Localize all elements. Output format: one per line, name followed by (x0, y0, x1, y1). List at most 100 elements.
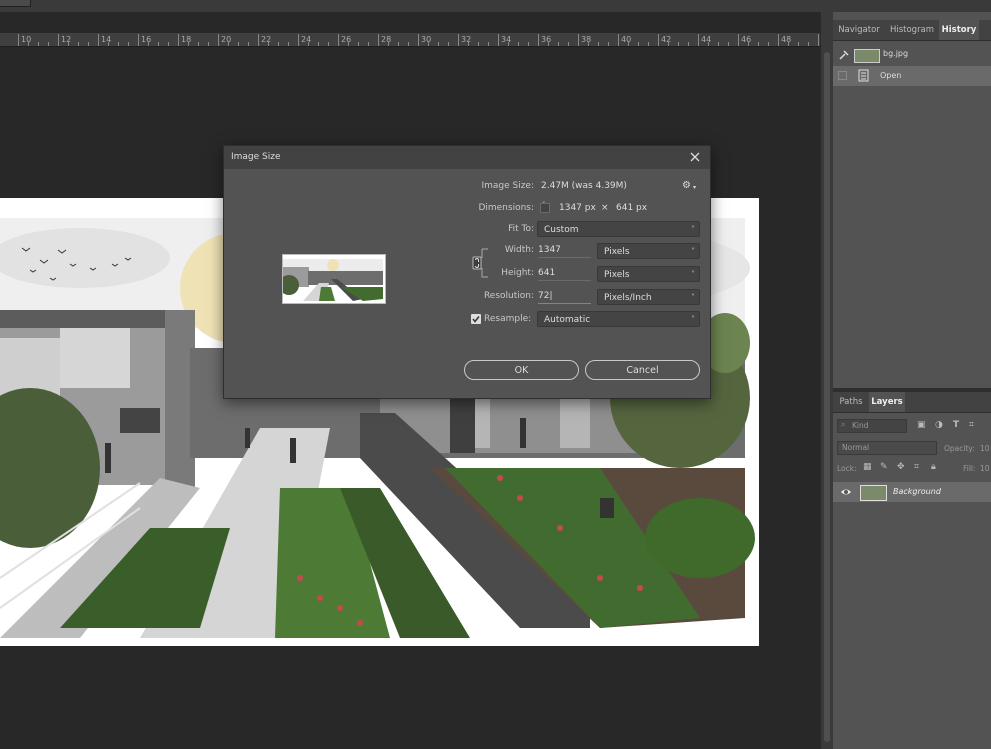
vertical-scrollbar[interactable] (820, 12, 833, 749)
ruler-label: 28 (381, 35, 392, 44)
dimensions-label: Dimensions: (478, 203, 534, 213)
ruler-major-tick (498, 34, 499, 46)
ruler-minor-tick (508, 42, 509, 46)
gear-dropdown-arrow-icon[interactable]: ▾ (693, 184, 696, 191)
ruler-minor-tick (488, 42, 489, 46)
scrollbar-thumb[interactable] (824, 52, 830, 742)
ok-button[interactable]: OK (464, 360, 579, 380)
shape-filter-icon[interactable]: ⌗ (969, 420, 974, 430)
ruler-label: 12 (61, 35, 72, 44)
ruler-minor-tick (278, 42, 279, 46)
ruler-label: 40 (621, 35, 632, 44)
resample-checkbox[interactable] (471, 314, 481, 324)
resolution-unit-select[interactable]: Pixels/Inch ˅ (597, 289, 700, 305)
history-brush-icon[interactable] (838, 49, 850, 61)
width-value: 1347 (538, 245, 561, 255)
eye-icon[interactable] (840, 487, 852, 497)
resample-select[interactable]: Automatic ˅ (537, 311, 700, 327)
gear-icon[interactable]: ⚙ (682, 180, 691, 191)
ruler-major-tick (698, 34, 699, 46)
ruler-label: 30 (421, 35, 432, 44)
dialog-title-bar[interactable]: Image Size (224, 146, 710, 169)
type-filter-icon[interactable]: T (953, 420, 959, 430)
height-unit-select[interactable]: Pixels ˅ (597, 266, 700, 282)
history-state-checkbox[interactable] (838, 71, 847, 80)
history-step-label: Open (880, 71, 902, 80)
tab-history[interactable]: History (939, 20, 979, 40)
checkmark-icon (472, 316, 480, 323)
ruler-minor-tick (38, 42, 39, 46)
ruler-minor-tick (388, 42, 389, 46)
fill-value[interactable]: 10 (980, 464, 990, 473)
history-snapshot[interactable]: bg.jpg (833, 45, 991, 65)
search-icon: ⌕ (841, 420, 846, 429)
width-input[interactable]: 1347 (538, 242, 591, 258)
ruler-minor-tick (128, 42, 129, 46)
document-icon (858, 69, 869, 82)
ruler-minor-tick (608, 42, 609, 46)
ruler-minor-tick (118, 42, 119, 46)
adjustment-filter-icon[interactable]: ◑ (935, 420, 943, 430)
lock-all-icon[interactable]: 🔒︎ (931, 462, 936, 472)
chevron-down-icon: ˅ (542, 201, 546, 209)
image-preview[interactable] (282, 254, 386, 304)
ruler-minor-tick (438, 42, 439, 46)
ruler-minor-tick (318, 42, 319, 46)
lock-artboard-icon[interactable]: ⌗ (914, 462, 919, 472)
ruler-minor-tick (468, 42, 469, 46)
ruler-minor-tick (158, 42, 159, 46)
ruler-label: 42 (661, 35, 672, 44)
ruler-minor-tick (228, 42, 229, 46)
width-unit-select[interactable]: Pixels ˅ (597, 243, 700, 259)
tab-layers[interactable]: Layers (869, 392, 905, 412)
height-label: Height: (501, 268, 534, 278)
image-size-value: 2.47M (was 4.39M) (541, 181, 627, 191)
ruler-label: 16 (141, 35, 152, 44)
ruler-major-tick (138, 34, 139, 46)
layer-name[interactable]: Background (893, 487, 941, 496)
horizontal-ruler[interactable]: 10 12 14 16 18 20 22 24 26 28 30 32 34 36 38 40 42 44 46 48… (0, 33, 820, 47)
tab-paths[interactable]: Paths (833, 392, 869, 412)
layer-filter-kind[interactable]: ⌕ Kind (837, 419, 907, 433)
cancel-button[interactable]: Cancel (585, 360, 700, 380)
height-input[interactable]: 641 (538, 265, 591, 281)
resolution-value: 72 (538, 291, 550, 301)
ruler-minor-tick (478, 42, 479, 46)
tab-navigator[interactable]: Navigator (833, 20, 885, 40)
chevron-down-icon: ˅ (691, 247, 695, 256)
ruler-minor-tick (808, 42, 809, 46)
close-icon[interactable] (688, 150, 702, 164)
ruler-minor-tick (588, 42, 589, 46)
ruler-minor-tick (568, 42, 569, 46)
resolution-input[interactable]: 72| (538, 288, 591, 304)
ruler-minor-tick (408, 42, 409, 46)
fit-to-select[interactable]: Custom ˅ (537, 221, 700, 237)
document-tab[interactable] (0, 0, 31, 7)
dimensions-unit-toggle[interactable]: ˅ (540, 201, 550, 213)
ruler-label: 20 (221, 35, 232, 44)
tab-histogram[interactable]: Histogram (885, 20, 939, 40)
ruler-minor-tick (78, 42, 79, 46)
resolution-unit-value: Pixels/Inch (604, 293, 652, 303)
ruler-minor-tick (598, 42, 599, 46)
chevron-down-icon: ˅ (691, 270, 695, 279)
dimensions-times: × (601, 203, 609, 213)
ruler-label: 22 (261, 35, 272, 44)
ruler-major-tick (58, 34, 59, 46)
ruler-minor-tick (88, 42, 89, 46)
pixel-filter-icon[interactable]: ▣ (917, 420, 926, 430)
layer-row-background[interactable]: Background (833, 482, 991, 502)
ruler-label: 10 (21, 35, 32, 44)
lock-move-icon[interactable]: ✥ (897, 462, 905, 472)
ruler-minor-tick (688, 42, 689, 46)
ruler-minor-tick (728, 42, 729, 46)
ruler-minor-tick (328, 42, 329, 46)
opacity-value[interactable]: 10 (980, 444, 990, 453)
history-step-open[interactable]: Open (833, 66, 991, 86)
layer-thumbnail (860, 485, 887, 501)
lock-transparent-icon[interactable]: ▦ (863, 462, 872, 472)
blend-mode-select[interactable]: Normal (837, 441, 937, 455)
ruler-minor-tick (238, 42, 239, 46)
lock-paint-icon[interactable]: ✎ (880, 462, 888, 472)
ruler-minor-tick (528, 42, 529, 46)
